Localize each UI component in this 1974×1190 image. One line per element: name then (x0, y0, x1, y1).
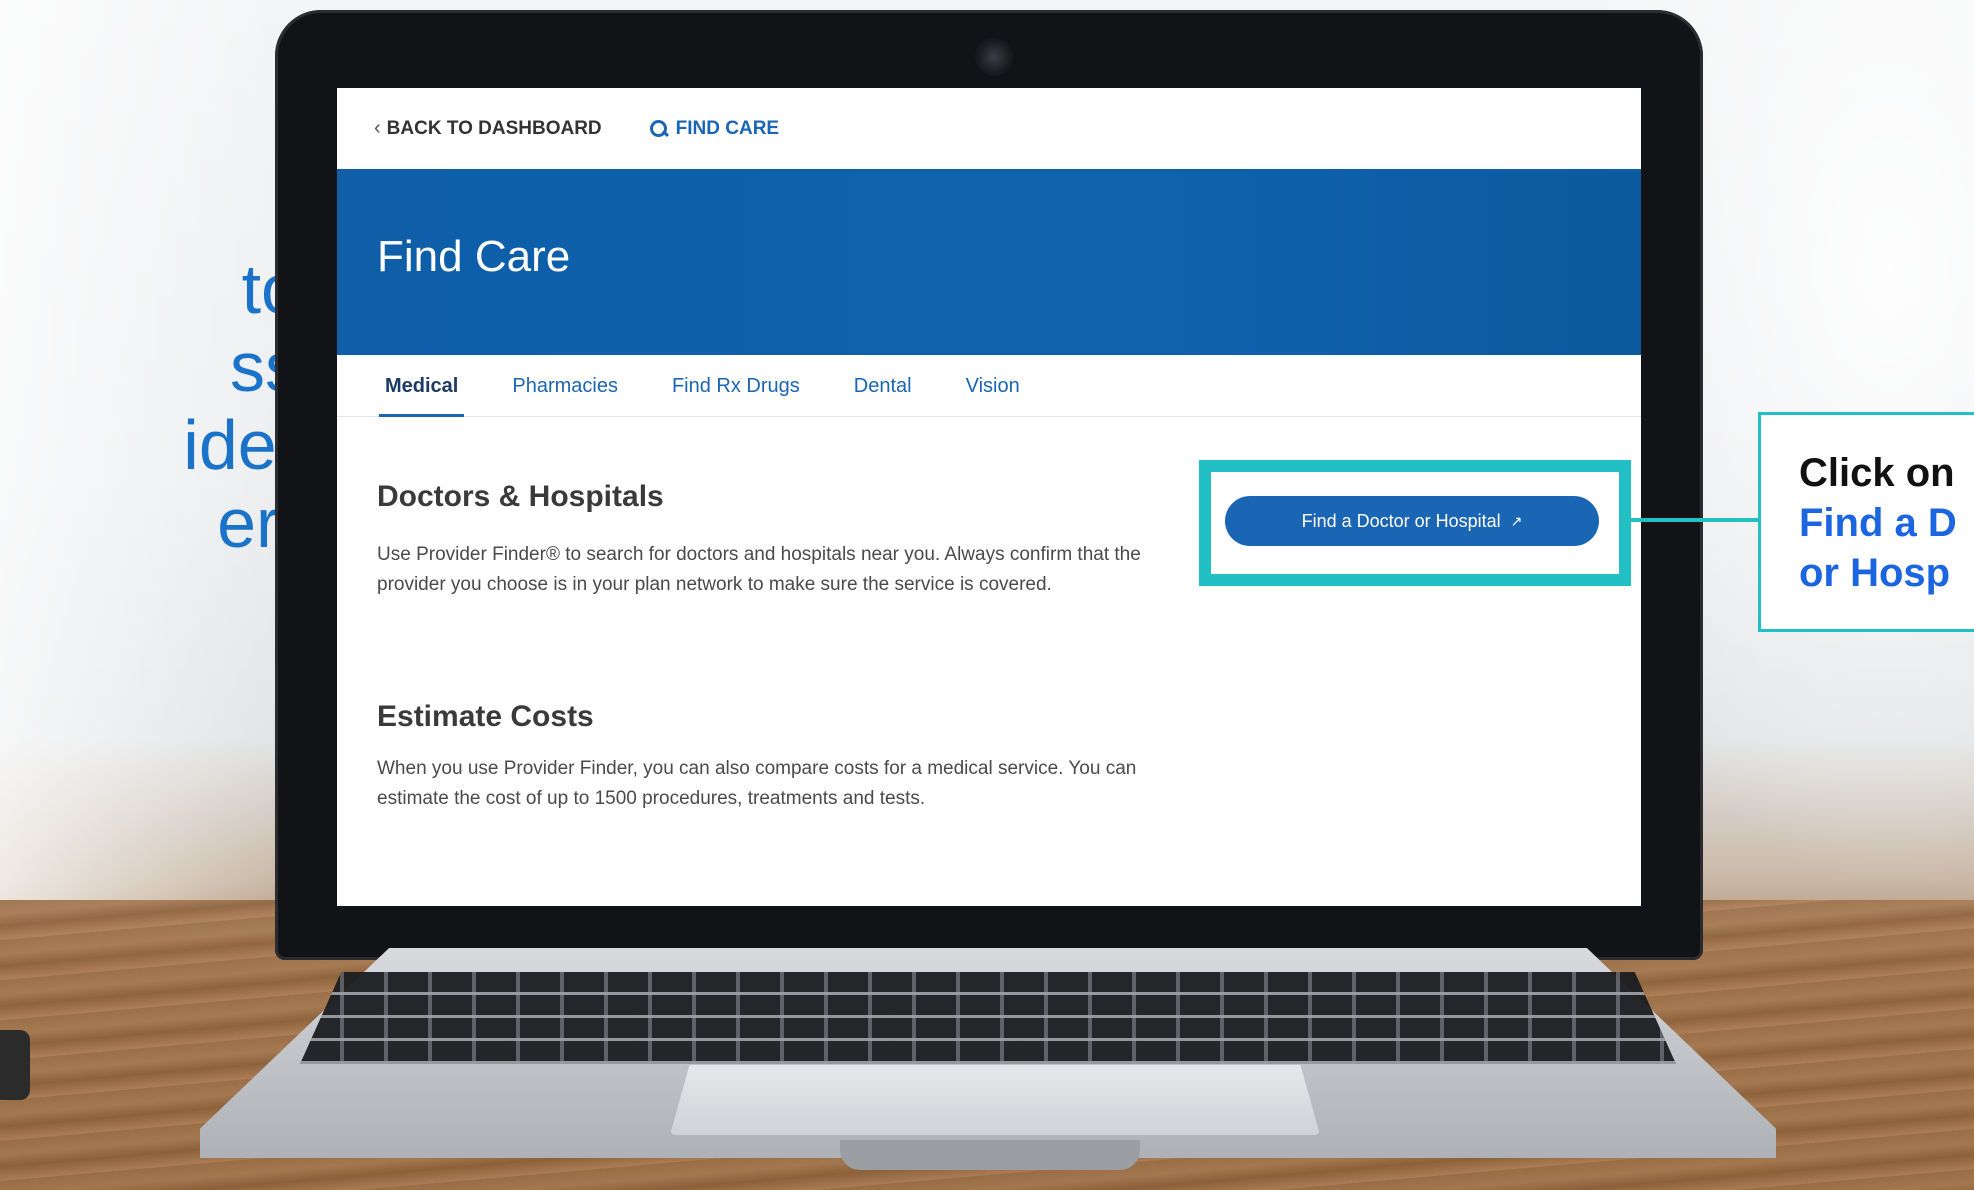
instruction-callout: Click on Find a D or Hosp (1758, 412, 1974, 632)
estimate-costs-description: When you use Provider Finder, you can al… (377, 758, 1137, 809)
tab-medical[interactable]: Medical (378, 355, 465, 417)
care-tabs: Medical Pharmacies Find Rx Drugs Dental … (337, 355, 1641, 417)
trackpad (670, 1065, 1320, 1135)
left-caption-line4: er® (0, 484, 300, 562)
keyboard-rows (300, 972, 1676, 1064)
tab-find-rx-drugs[interactable]: Find Rx Drugs (672, 355, 800, 417)
chevron-left-icon: ‹ (374, 117, 381, 139)
left-caption-line3: ider (183, 406, 300, 484)
tab-pharmacies[interactable]: Pharmacies (512, 355, 618, 417)
left-caption-line2: ss (230, 328, 300, 406)
page-title: Find Care (377, 232, 571, 281)
left-caption: to ss ider er® (0, 250, 300, 562)
callout-line1: Click on (1799, 451, 1955, 495)
doctors-hospitals-description: Use Provider Finder® to search for docto… (377, 544, 1141, 595)
find-doctor-button[interactable]: Find a Doctor or Hospital ↗ (1225, 496, 1599, 546)
callout-line3: or Hosp (1799, 551, 1951, 595)
find-care-link[interactable]: FIND CARE (649, 117, 780, 140)
left-caption-line1: to (241, 250, 300, 328)
hero-banner: Find Care (337, 172, 1641, 355)
search-icon (649, 119, 668, 138)
laptop-screen: ‹ BACK TO DASHBOARD FIND CARE Find Care … (337, 88, 1641, 906)
top-nav: ‹ BACK TO DASHBOARD FIND CARE (337, 88, 1641, 172)
estimate-costs-heading: Estimate Costs (377, 700, 594, 733)
tab-vision[interactable]: Vision (966, 355, 1020, 417)
external-link-icon: ↗ (1510, 512, 1523, 529)
webcam-icon (975, 38, 1013, 76)
doctors-hospitals-heading: Doctors & Hospitals (377, 480, 664, 513)
left-caption-line4-text: er (217, 484, 280, 562)
laptop-notch (840, 1140, 1140, 1170)
find-doctor-button-label: Find a Doctor or Hospital (1301, 510, 1501, 531)
back-to-dashboard-label: BACK TO DASHBOARD (386, 117, 602, 139)
phone-edge (0, 1030, 30, 1100)
tab-dental[interactable]: Dental (854, 355, 912, 417)
callout-line2: Find a D (1799, 501, 1957, 545)
find-care-label: FIND CARE (675, 117, 780, 139)
callout-connector (1630, 518, 1760, 522)
back-to-dashboard-link[interactable]: ‹ BACK TO DASHBOARD (374, 117, 602, 140)
